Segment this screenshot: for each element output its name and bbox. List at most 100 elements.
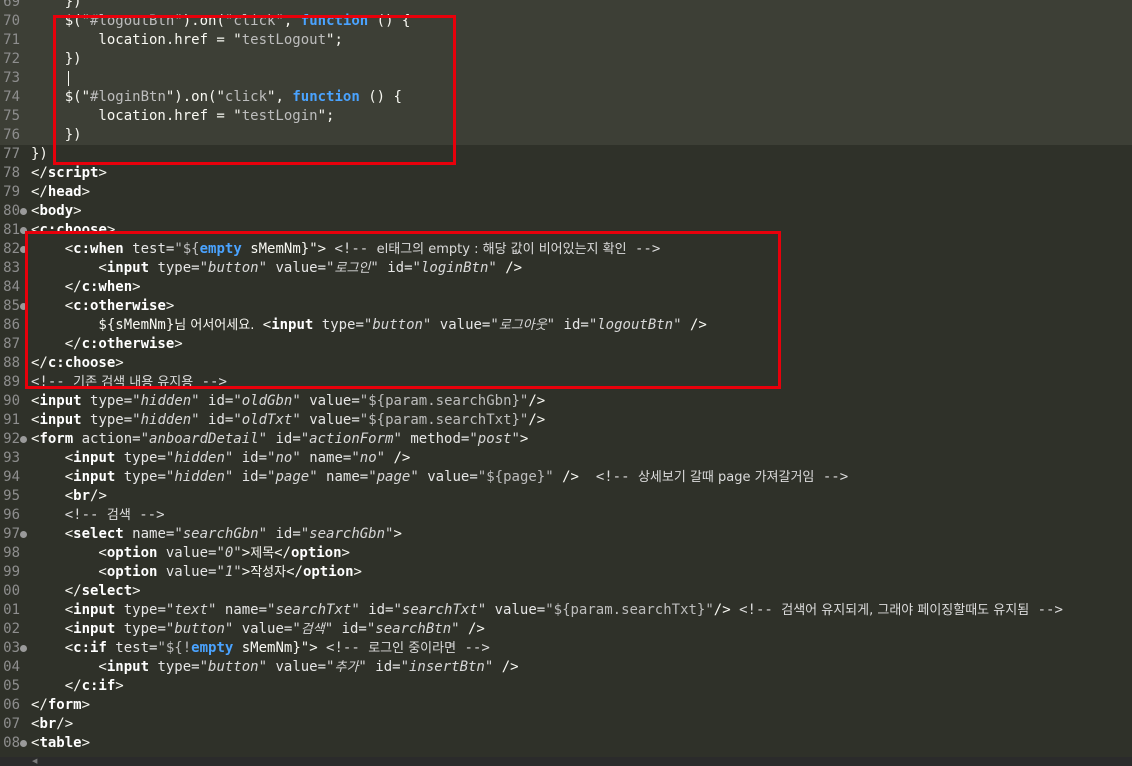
code-text: }): [31, 0, 82, 12]
code-text: </form>: [31, 696, 90, 715]
fold-toggle-icon[interactable]: [20, 531, 27, 538]
code-token: br: [39, 716, 57, 732]
code-token: />: [459, 621, 485, 637]
code-token: "${page}": [477, 469, 554, 485]
code-line[interactable]: 04 <input type="button" value="추가" id="i…: [0, 658, 1132, 677]
code-token: "hidden": [132, 412, 200, 428]
code-token: test=: [106, 640, 158, 656]
code-line[interactable]: 06 </form>: [0, 696, 1132, 715]
code-line[interactable]: 97 <select name="searchGbn" id="searchGb…: [0, 525, 1132, 544]
code-text: <input type="text" name="searchTxt" id="…: [31, 601, 1063, 620]
code-token: script: [47, 165, 99, 181]
code-line[interactable]: 96 <!-- 검색 -->: [0, 506, 1132, 525]
horizontal-scrollbar[interactable]: ◀: [0, 757, 1132, 766]
code-line[interactable]: 93 <input type="hidden" id="no" name="no…: [0, 449, 1132, 468]
code-token: 검색: [300, 622, 325, 637]
code-token: />: [553, 469, 596, 485]
code-token: "text": [165, 602, 217, 618]
code-line[interactable]: 69 }): [0, 0, 1132, 12]
line-number: 75: [3, 108, 20, 124]
line-number: 83: [3, 260, 20, 276]
code-text: <c:if test="${!empty sMemNm}"> <!-- 로그인 …: [31, 639, 490, 658]
code-text: }): [31, 145, 48, 164]
code-line[interactable]: 02 <input type="button" value="검색" id="s…: [0, 620, 1132, 639]
code-token: value=: [418, 469, 478, 485]
code-token: <: [31, 640, 74, 656]
code-token: name=: [123, 526, 175, 542]
code-token: ": [292, 621, 301, 637]
code-token: input: [39, 393, 82, 409]
code-token: >: [132, 583, 141, 599]
code-token: "1": [216, 564, 242, 580]
fold-toggle-icon[interactable]: [20, 436, 27, 443]
code-line[interactable]: 07 <br/>: [0, 715, 1132, 734]
code-token: action=: [73, 431, 141, 447]
code-token: />: [493, 659, 519, 675]
code-line[interactable]: 79 </head>: [0, 183, 1132, 202]
code-line[interactable]: 08 <table>: [0, 734, 1132, 753]
line-number: 71: [3, 32, 20, 48]
code-line[interactable]: 99 <option value="1">작성자</option>: [0, 563, 1132, 582]
code-token: >: [73, 203, 82, 219]
code-token: 작성자: [250, 565, 287, 580]
code-token: br: [73, 488, 91, 504]
code-token: select: [81, 583, 133, 599]
code-line[interactable]: 05 </c:if>: [0, 677, 1132, 696]
code-token: id=: [199, 412, 234, 428]
code-token: type=: [81, 412, 133, 428]
line-number: 03: [3, 640, 20, 656]
line-number: 78: [3, 165, 20, 181]
code-line[interactable]: 98 <option value="0">제목</option>: [0, 544, 1132, 563]
code-text: <input type="button" value="추가" id="inse…: [31, 658, 519, 677]
line-number: 00: [3, 583, 20, 599]
code-token: "searchGbn": [300, 526, 394, 542]
code-token: -->: [130, 507, 165, 523]
code-token: "no": [351, 450, 386, 466]
code-editor[interactable]: 69 }) 70 $("#logoutBtn").on("click", func…: [0, 0, 1132, 766]
fold-toggle-icon[interactable]: [20, 208, 27, 215]
left-arrow-icon[interactable]: ◀: [32, 757, 37, 766]
code-token: value=: [233, 621, 293, 637]
code-text: <br/>: [31, 715, 73, 734]
fold-toggle-icon[interactable]: [20, 740, 27, 747]
line-number: 93: [3, 450, 20, 466]
code-token: />: [528, 393, 546, 409]
code-text: </select>: [31, 582, 141, 601]
code-token: id=: [366, 659, 401, 675]
code-token: <: [31, 526, 74, 542]
code-token: <!--: [64, 507, 107, 523]
code-line[interactable]: 03 <c:if test="${!empty sMemNm}"> <!-- 로…: [0, 639, 1132, 658]
code-line[interactable]: 92 <form action="anboardDetail" id="actio…: [0, 430, 1132, 449]
code-token: id=: [233, 450, 268, 466]
code-line[interactable]: 01 <input type="text" name="searchTxt" i…: [0, 601, 1132, 620]
line-number: 82: [3, 241, 20, 257]
code-token: "${param.searchGbn}": [359, 393, 529, 409]
code-token: <: [31, 450, 74, 466]
code-token: "button": [165, 621, 234, 637]
code-token: id=: [267, 526, 301, 542]
code-line[interactable]: 95 <br/>: [0, 487, 1132, 506]
code-token: >: [81, 735, 91, 751]
code-line[interactable]: 80 <body>: [0, 202, 1132, 221]
code-token: />: [56, 716, 74, 732]
code-token: <: [31, 545, 107, 561]
line-number: 73: [3, 70, 20, 86]
annotation-box-js-handlers: [53, 15, 456, 165]
code-token: <: [31, 621, 74, 637]
code-token: 추가: [334, 660, 359, 675]
code-token: "${!: [157, 640, 192, 656]
code-line[interactable]: 94 <input type="hidden" id="page" name="…: [0, 468, 1132, 487]
code-token: value=: [300, 393, 360, 409]
code-line[interactable]: 90 <input type="hidden" id="oldGbn" value…: [0, 392, 1132, 411]
code-token: form: [39, 431, 74, 447]
code-token: "button": [199, 659, 268, 675]
code-line[interactable]: 78 </script>: [0, 164, 1132, 183]
code-token: </: [31, 678, 82, 694]
code-token: <!--: [326, 640, 369, 656]
line-number: 84: [3, 279, 20, 295]
code-text: <input type="hidden" id="oldTxt" value="…: [31, 411, 545, 430]
code-line[interactable]: 91 <input type="hidden" id="oldTxt" value…: [0, 411, 1132, 430]
code-token: 상세보기 갈때 page 가져갈거임: [637, 470, 815, 485]
fold-toggle-icon[interactable]: [20, 645, 27, 652]
code-line[interactable]: 00 </select>: [0, 582, 1132, 601]
